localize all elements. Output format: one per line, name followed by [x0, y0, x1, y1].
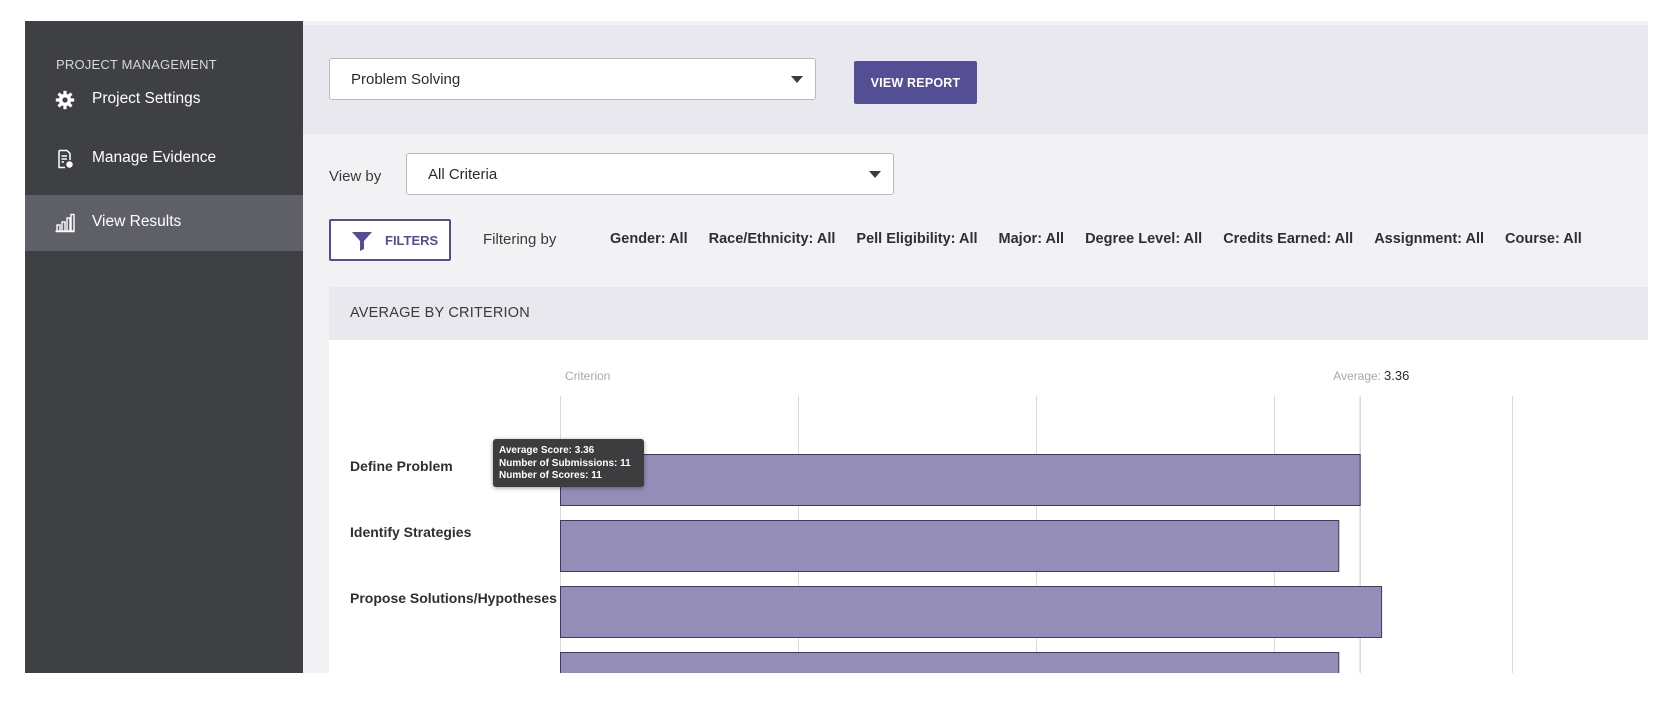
criterion-bar	[560, 586, 1383, 638]
main-content: Problem Solving VIEW REPORT View by All …	[303, 21, 1648, 673]
criterion-label: Identify Strategies	[350, 524, 472, 540]
app-frame: PROJECT MANAGEMENT Project Settings Mana…	[25, 21, 1648, 673]
view-by-label: View by	[329, 168, 382, 185]
report-toolbar: Problem Solving VIEW REPORT	[303, 25, 1648, 134]
bar-tooltip: Average Score: 3.36 Number of Submission…	[493, 439, 644, 487]
document-settings-icon	[55, 149, 75, 169]
filter-race-ethnicity: Race/Ethnicity: All	[708, 231, 836, 247]
filter-course: Course: All	[1505, 231, 1582, 247]
criterion-label: Propose Solutions/Hypotheses	[350, 590, 557, 606]
average-value: 3.36	[1384, 368, 1409, 383]
filter-assignment: Assignment: All	[1374, 231, 1485, 247]
view-by-select[interactable]: All Criteria	[406, 153, 894, 195]
filter-degree-level: Degree Level: All	[1085, 231, 1203, 247]
tooltip-submissions: Number of Submissions: 11	[499, 457, 631, 469]
bar-chart-icon	[55, 213, 75, 233]
average-label: Average:	[1333, 369, 1381, 383]
view-report-button[interactable]: VIEW REPORT	[854, 61, 977, 104]
report-select[interactable]: Problem Solving	[329, 58, 816, 100]
sidebar: PROJECT MANAGEMENT Project Settings Mana…	[25, 21, 303, 673]
filters-button[interactable]: FILTERS	[329, 219, 451, 261]
sidebar-item-view-results[interactable]: View Results	[25, 195, 303, 251]
sidebar-item-project-settings[interactable]: Project Settings	[25, 72, 303, 128]
tooltip-scores: Number of Scores: 11	[499, 470, 602, 481]
tooltip-average-score: Average Score: 3.36	[499, 445, 595, 456]
sidebar-item-label: View Results	[92, 213, 182, 230]
gear-icon	[55, 90, 75, 110]
criterion-column-header: Criterion	[565, 369, 610, 383]
criterion-bar	[560, 652, 1340, 673]
filter-summary: Gender: All Race/Ethnicity: All Pell Eli…	[610, 231, 1603, 247]
criterion-label: Define Problem	[350, 458, 453, 474]
filtering-by-label: Filtering by	[483, 231, 557, 248]
sidebar-item-manage-evidence[interactable]: Manage Evidence	[25, 131, 303, 187]
filter-credits-earned: Credits Earned: All	[1223, 231, 1354, 247]
criterion-bar	[560, 454, 1361, 506]
sidebar-item-label: Manage Evidence	[92, 149, 217, 166]
card-title: AVERAGE BY CRITERION	[350, 305, 530, 321]
chevron-down-icon	[791, 76, 803, 83]
filter-funnel-icon	[351, 230, 373, 252]
report-select-value: Problem Solving	[351, 71, 461, 88]
chevron-down-icon	[869, 171, 881, 178]
view-by-select-value: All Criteria	[428, 166, 498, 183]
sidebar-section-title: PROJECT MANAGEMENT	[56, 57, 217, 72]
card-header: AVERAGE BY CRITERION	[329, 287, 1648, 340]
filter-gender: Gender: All	[610, 231, 688, 247]
filters-button-label: FILTERS	[385, 233, 439, 248]
filter-pell-eligibility: Pell Eligibility: All	[856, 231, 978, 247]
filter-major: Major: All	[998, 231, 1065, 247]
sidebar-item-label: Project Settings	[92, 90, 201, 107]
criterion-bar-chart: Criterion Average: 3.36 Define Problem Ident…	[350, 368, 1513, 673]
criterion-bar	[560, 520, 1340, 572]
